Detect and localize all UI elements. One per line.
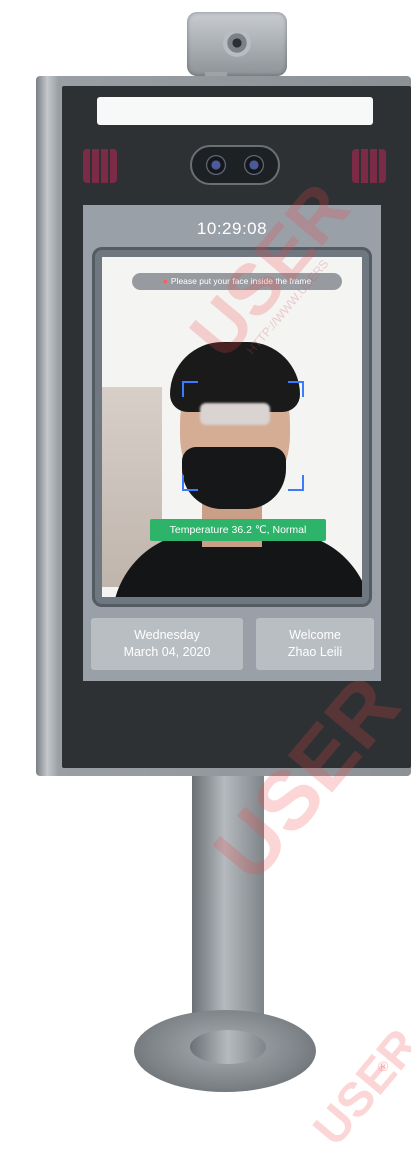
detect-corner-icon (288, 475, 304, 491)
detect-corner-icon (182, 381, 198, 397)
dual-camera-icon (190, 145, 280, 185)
user-name: Zhao Leili (287, 645, 343, 659)
camera-feed: Temperature 36.2 ℃, Normal (102, 257, 362, 597)
weekday-label: Wednesday (134, 628, 200, 642)
hint-dot-icon: ● (162, 276, 168, 286)
temperature-status-badge: Temperature 36.2 ℃, Normal (150, 519, 326, 541)
registered-mark: ® (378, 1058, 389, 1074)
hint-text: Please put your face inside the frame (170, 276, 312, 286)
date-card: Wednesday March 04, 2020 (91, 618, 243, 670)
light-strip (97, 97, 373, 125)
kiosk-screen: 10:29:08 Temperature 36.2 ℃, Normal ● Ple… (83, 205, 381, 681)
person-hair (170, 342, 300, 412)
camera-lens-left (206, 155, 226, 175)
privacy-blur (200, 403, 270, 425)
temperature-sensor-icon (223, 29, 251, 57)
detect-corner-icon (182, 475, 198, 491)
date-label: March 04, 2020 (123, 645, 211, 659)
camera-lens-right (244, 155, 264, 175)
welcome-card: Welcome Zhao Leili (256, 618, 374, 670)
ir-illuminator-icon (83, 149, 117, 183)
clock: 10:29:08 (196, 219, 268, 238)
watermark-logo: USER (303, 1019, 411, 1156)
ir-illuminator-icon (352, 149, 386, 183)
welcome-label: Welcome (289, 628, 341, 642)
temperature-sensor (187, 12, 287, 76)
detect-corner-icon (288, 381, 304, 397)
camera-frame: Temperature 36.2 ℃, Normal ● Please put y… (92, 247, 372, 607)
stand-collar (190, 1030, 266, 1064)
